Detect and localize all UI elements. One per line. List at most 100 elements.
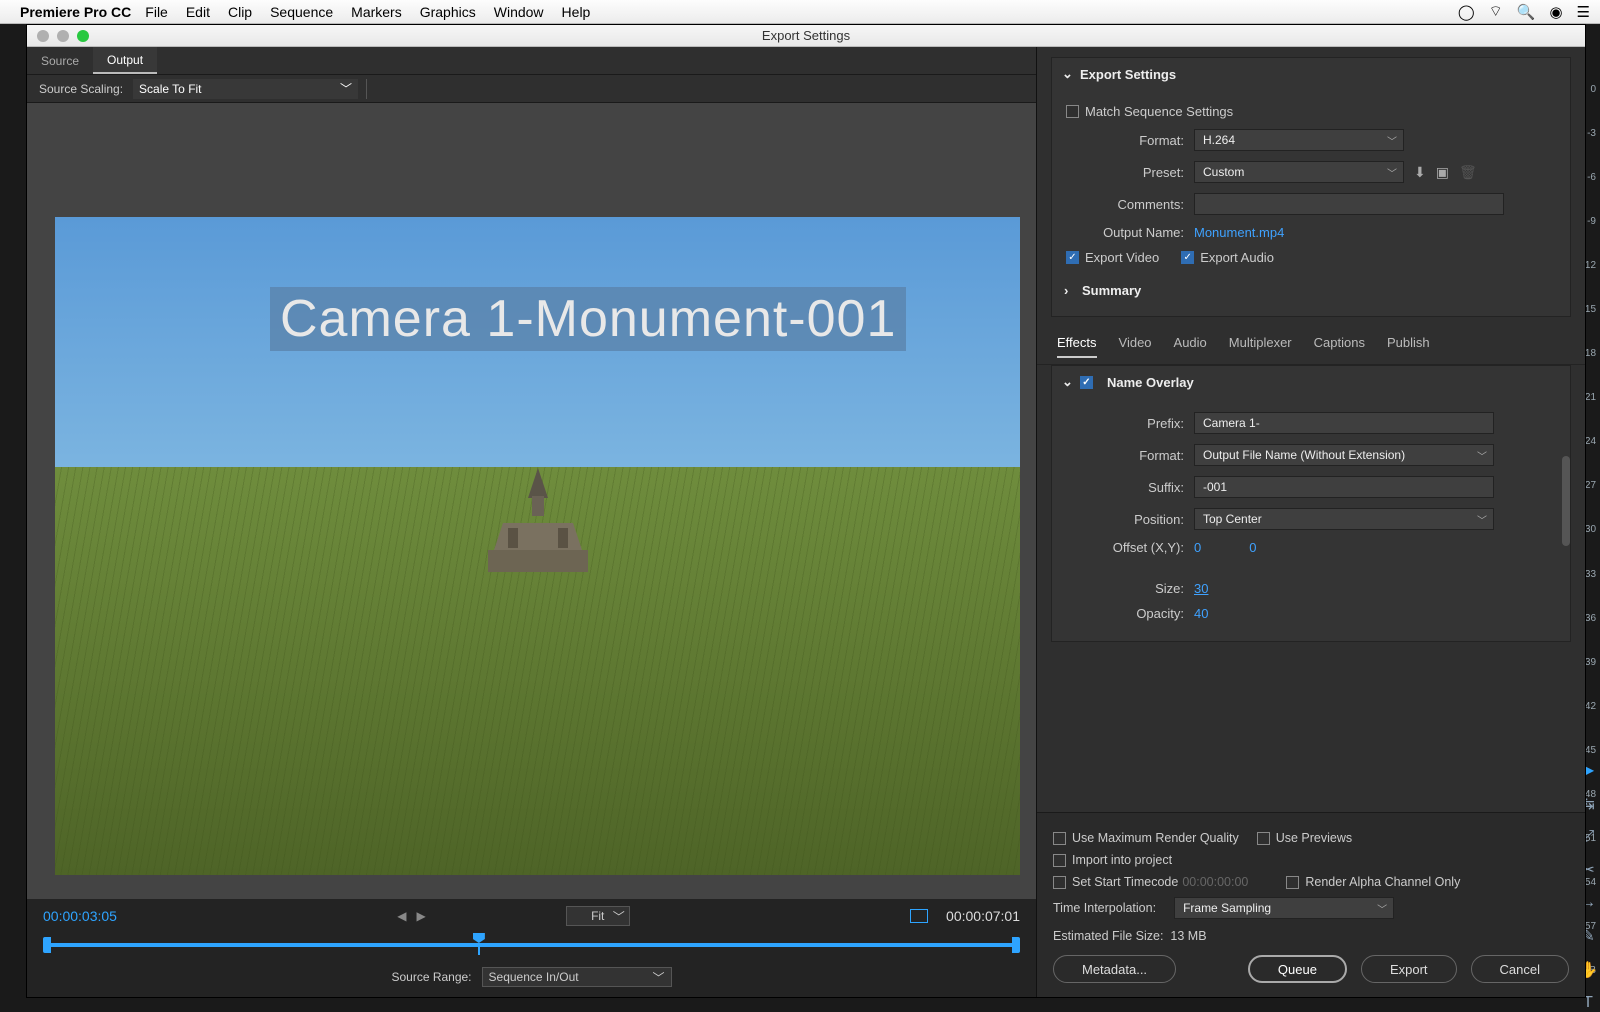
export-button[interactable]: Export xyxy=(1361,955,1457,983)
max-render-checkbox[interactable] xyxy=(1053,832,1066,845)
position-label: Position: xyxy=(1062,512,1184,527)
tab-captions[interactable]: Captions xyxy=(1314,335,1365,358)
est-filesize-label: Estimated File Size: xyxy=(1053,929,1163,943)
zoom-window-icon[interactable] xyxy=(77,30,89,42)
tab-publish[interactable]: Publish xyxy=(1387,335,1430,358)
disclosure-down-icon[interactable]: ⌄ xyxy=(1062,374,1072,390)
export-settings-header: Export Settings xyxy=(1080,67,1176,82)
menu-window[interactable]: Window xyxy=(494,4,544,20)
import-project-label: Import into project xyxy=(1072,853,1172,867)
source-scaling-select[interactable]: Scale To Fit﹀ xyxy=(133,79,358,99)
app-name[interactable]: Premiere Pro CC xyxy=(20,4,131,20)
zoom-fit-select[interactable]: Fit﹀ xyxy=(566,906,630,926)
import-preset-icon[interactable]: ▣ xyxy=(1436,164,1449,181)
menu-edit[interactable]: Edit xyxy=(186,4,210,20)
spotlight-icon[interactable]: 🔍 xyxy=(1517,3,1536,21)
offset-label: Offset (X,Y): xyxy=(1062,540,1184,555)
size-label: Size: xyxy=(1062,581,1184,596)
tab-audio[interactable]: Audio xyxy=(1174,335,1207,358)
disclosure-down-icon[interactable]: ⌄ xyxy=(1062,66,1072,82)
tab-source[interactable]: Source xyxy=(27,47,93,74)
out-point-handle[interactable] xyxy=(1012,937,1020,953)
menu-graphics[interactable]: Graphics xyxy=(420,4,476,20)
chevron-down-icon: ﹀ xyxy=(340,80,352,97)
mac-menubar: Premiere Pro CC File Edit Clip Sequence … xyxy=(0,0,1600,24)
chevron-down-icon: ﹀ xyxy=(613,908,625,925)
output-name-link[interactable]: Monument.mp4 xyxy=(1194,225,1284,240)
wifi-icon[interactable]: ⌔ xyxy=(1489,2,1503,21)
preview-timeline[interactable] xyxy=(43,933,1020,957)
format-select[interactable]: H.264﹀ xyxy=(1194,129,1404,151)
comments-label: Comments: xyxy=(1062,197,1184,212)
timecode-out: 00:00:07:01 xyxy=(946,908,1020,924)
creative-cloud-icon[interactable]: ◯ xyxy=(1458,3,1475,21)
overlay-format-select[interactable]: Output File Name (Without Extension)﹀ xyxy=(1194,444,1494,466)
chevron-down-icon: ﹀ xyxy=(1477,512,1487,527)
tab-multiplexer[interactable]: Multiplexer xyxy=(1229,335,1292,358)
export-audio-checkbox[interactable] xyxy=(1181,251,1194,264)
window-title: Export Settings xyxy=(762,28,850,43)
tab-output[interactable]: Output xyxy=(93,47,157,74)
scrollbar-thumb[interactable] xyxy=(1562,456,1570,546)
use-previews-checkbox[interactable] xyxy=(1257,832,1270,845)
preset-select[interactable]: Custom﹀ xyxy=(1194,161,1404,183)
name-overlay-header: Name Overlay xyxy=(1107,375,1194,390)
save-preset-icon[interactable]: ⬇ xyxy=(1414,164,1426,181)
max-render-label: Use Maximum Render Quality xyxy=(1072,831,1239,845)
preview-image: Camera 1-Monument-001 xyxy=(55,217,1020,875)
opacity-value[interactable]: 40 xyxy=(1194,606,1208,621)
export-video-checkbox[interactable] xyxy=(1066,251,1079,264)
prefix-input[interactable]: Camera 1- xyxy=(1194,412,1494,434)
disclosure-right-icon[interactable]: › xyxy=(1064,283,1074,298)
source-range-select[interactable]: Sequence In/Out﹀ xyxy=(482,967,672,987)
menu-help[interactable]: Help xyxy=(562,4,591,20)
step-fwd-icon[interactable]: ▶ xyxy=(417,909,426,923)
settings-tabs: Effects Video Audio Multiplexer Captions… xyxy=(1037,325,1585,365)
timecode-in[interactable]: 00:00:03:05 xyxy=(43,908,117,924)
name-overlay-text: Camera 1-Monument-001 xyxy=(270,287,906,351)
size-value[interactable]: 30 xyxy=(1194,581,1208,596)
source-range-label: Source Range: xyxy=(391,970,471,984)
aspect-ratio-icon[interactable] xyxy=(910,909,928,923)
import-project-checkbox[interactable] xyxy=(1053,854,1066,867)
time-interp-select[interactable]: Frame Sampling﹀ xyxy=(1174,897,1394,919)
export-video-label: Export Video xyxy=(1085,250,1159,265)
source-scaling-label: Source Scaling: xyxy=(39,82,123,96)
minimize-window-icon[interactable] xyxy=(57,30,69,42)
menu-file[interactable]: File xyxy=(145,4,168,20)
in-point-handle[interactable] xyxy=(43,937,51,953)
match-sequence-checkbox[interactable] xyxy=(1066,105,1079,118)
menu-sequence[interactable]: Sequence xyxy=(270,4,333,20)
est-filesize-value: 13 MB xyxy=(1170,929,1206,943)
notification-center-icon[interactable]: ☰ xyxy=(1577,3,1590,21)
window-titlebar: Export Settings xyxy=(27,25,1585,47)
offset-x-value[interactable]: 0 xyxy=(1194,540,1201,555)
preview-panel: Source Output Source Scaling: Scale To F… xyxy=(27,47,1037,997)
close-window-icon[interactable] xyxy=(37,30,49,42)
cancel-button[interactable]: Cancel xyxy=(1471,955,1569,983)
name-overlay-checkbox[interactable] xyxy=(1080,376,1093,389)
castle-illustration xyxy=(448,468,628,588)
position-select[interactable]: Top Center﹀ xyxy=(1194,508,1494,530)
start-timecode-checkbox[interactable] xyxy=(1053,876,1066,889)
suffix-input[interactable]: -001 xyxy=(1194,476,1494,498)
step-back-icon[interactable]: ◀ xyxy=(397,909,406,923)
comments-input[interactable] xyxy=(1194,193,1504,215)
prefix-label: Prefix: xyxy=(1062,416,1184,431)
menu-markers[interactable]: Markers xyxy=(351,4,402,20)
metadata-button[interactable]: Metadata... xyxy=(1053,955,1176,983)
siri-icon[interactable]: ◉ xyxy=(1549,3,1562,21)
format-label: Format: xyxy=(1062,133,1184,148)
chevron-down-icon: ﹀ xyxy=(1387,133,1397,148)
summary-header[interactable]: Summary xyxy=(1082,283,1141,298)
queue-button[interactable]: Queue xyxy=(1248,955,1347,983)
delete-preset-icon: 🗑 xyxy=(1459,164,1477,181)
tab-video[interactable]: Video xyxy=(1119,335,1152,358)
export-audio-label: Export Audio xyxy=(1200,250,1274,265)
menu-clip[interactable]: Clip xyxy=(228,4,252,20)
start-timecode-label: Set Start Timecode xyxy=(1072,875,1178,889)
render-alpha-checkbox[interactable] xyxy=(1286,876,1299,889)
offset-y-value[interactable]: 0 xyxy=(1249,540,1256,555)
tab-effects[interactable]: Effects xyxy=(1057,335,1097,358)
playhead[interactable] xyxy=(473,933,485,949)
